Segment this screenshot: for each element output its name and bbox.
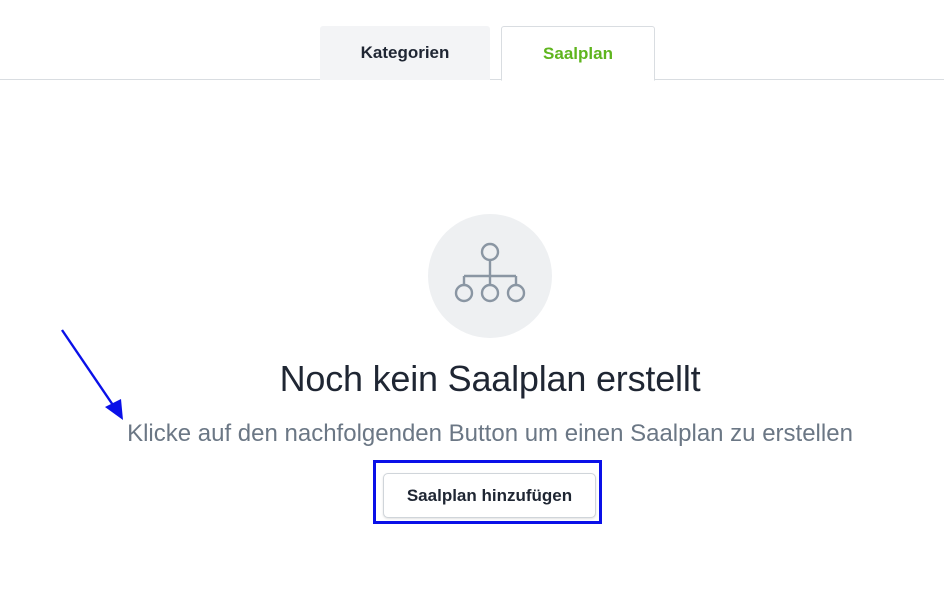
- tab-saalplan-label: Saalplan: [543, 43, 613, 63]
- tab-kategorien-label: Kategorien: [360, 43, 450, 62]
- hierarchy-icon: [454, 242, 526, 303]
- empty-state-icon-container: [428, 214, 552, 338]
- empty-state-title: Noch kein Saalplan erstellt: [279, 358, 701, 399]
- tab-kategorien[interactable]: Kategorien: [320, 26, 490, 80]
- page: Kategorien Saalplan Noch kein Saalplan e…: [0, 0, 944, 609]
- tab-saalplan[interactable]: Saalplan: [501, 26, 655, 81]
- add-saalplan-button[interactable]: Saalplan hinzufügen: [383, 473, 596, 518]
- empty-state-subtitle: Klicke auf den nachfolgenden Button um e…: [127, 420, 853, 447]
- annotation-arrow-icon: [61, 329, 123, 420]
